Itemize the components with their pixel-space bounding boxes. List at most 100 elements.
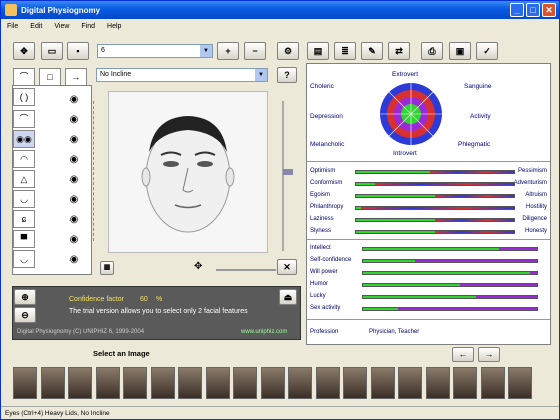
eye-shape-icon[interactable]: ◠ [13,150,35,168]
face-drawing [141,116,235,233]
minimize-icon[interactable]: _ [510,3,524,17]
portrait-thumbnail[interactable] [40,367,65,399]
lock-icon[interactable]: ▦ [100,261,114,275]
portrait-thumbnail[interactable] [343,367,367,399]
trait-bar [355,182,515,186]
move-icon[interactable]: ✥ [13,42,35,60]
menu-help[interactable]: Help [107,23,121,30]
site-link[interactable]: www.uniphiz.com [241,329,287,335]
face-canvas[interactable] [108,91,268,253]
menu-find[interactable]: Find [81,23,95,30]
trait-bar-rest [435,195,514,197]
mouth-icon[interactable]: ◡ [13,190,35,208]
portrait-thumbnail[interactable] [123,367,147,399]
zoom-out-icon[interactable]: ⊖ [14,307,36,323]
left-slider[interactable] [93,101,99,241]
print-icon[interactable]: ⎙ [421,42,443,60]
ability-label: Self-confidence [310,257,352,263]
next-image-button[interactable]: → [478,347,500,362]
portrait-thumbnail[interactable] [315,367,340,399]
close-icon[interactable]: ✕ [542,3,556,17]
zoom-in-icon[interactable]: ⊕ [14,289,36,305]
status-bar: Eyes (Ctrl+4) Heavy Lids, No Incline [1,406,559,420]
menu-file[interactable]: File [7,23,18,30]
move-arrows-icon[interactable]: ✥ [194,261,202,272]
eject-icon[interactable]: ⏏ [279,289,297,305]
eye-option-1[interactable]: ◉ [61,94,87,105]
ability-bar-rest [530,272,537,274]
activity-label: Activity [470,113,491,120]
brows-icon[interactable]: ⌒ [13,110,35,128]
portrait-thumbnail[interactable] [480,367,505,399]
chin-icon[interactable]: ◡ [13,250,35,268]
portrait-thumbnail[interactable] [13,367,37,399]
save-icon[interactable]: ▪ [67,42,89,60]
menu-view[interactable]: View [54,23,69,30]
compare-icon[interactable]: ⇄ [388,42,410,60]
edit-icon[interactable]: ✎ [361,42,383,60]
trait-bar [355,230,515,234]
vertical-slider-thumb[interactable] [283,169,293,175]
plus-button[interactable]: + [217,42,239,60]
portrait-thumbnail[interactable] [425,367,450,399]
trait-bar-rest [374,183,514,185]
settings-icon[interactable]: ⚙ [277,42,299,60]
face-shape-icon[interactable]: □ [39,68,61,86]
export-icon[interactable]: ▣ [449,42,471,60]
incline-select[interactable]: No Incline ▼ [96,68,268,82]
portrait-thumbnail[interactable] [150,367,175,399]
report-icon[interactable]: ▤ [307,42,329,60]
minus-button[interactable]: − [244,42,266,60]
brow-icon[interactable]: ⌒ [13,68,35,86]
reset-button[interactable]: ✕ [277,259,297,275]
portrait-thumbnail[interactable] [288,367,312,399]
trait-right-label: Adventurism [513,180,547,186]
main-window: Digital Physiognomy _ □ ✕ File Edit View… [0,0,560,420]
portrait-thumbnail[interactable] [453,367,477,399]
horizontal-slider[interactable] [216,265,276,271]
trait-left-label: Laziness [310,216,334,222]
eye-option-5[interactable]: ◉ [61,174,87,185]
eye-option-9[interactable]: ◉ [61,254,87,265]
eye-option-8[interactable]: ◉ [61,234,87,245]
ability-bar-fill [363,260,416,262]
ability-bar [362,295,538,299]
portrait-thumbnail[interactable] [95,367,120,399]
copyright-text: Digital Physiognomy (C) UNIPHIZ 6, 1999-… [17,329,145,335]
face-contour-icon[interactable]: ( ) [13,88,35,106]
prev-image-button[interactable]: ← [452,347,474,362]
trait-bar [355,194,515,198]
help-button[interactable]: ? [277,67,297,83]
eyes-icon[interactable]: ◉◉ [13,130,35,148]
eye-option-7[interactable]: ◉ [61,214,87,225]
notes-icon[interactable]: ≣ [334,42,356,60]
hair-icon[interactable]: ▀ [13,230,35,248]
portrait-thumbnail[interactable] [370,367,395,399]
check-icon[interactable]: ✓ [476,42,498,60]
ability-bar-fill [363,296,477,298]
portrait-thumbnail[interactable] [68,367,92,399]
portrait-thumbnail[interactable] [508,367,532,399]
ear-icon[interactable]: ɕ [13,210,35,228]
nose-icon[interactable]: △ [13,170,35,188]
menu-edit[interactable]: Edit [30,23,42,30]
maximize-icon[interactable]: □ [526,3,540,17]
profession-label: Profession [310,329,339,335]
arrow-right-icon[interactable]: → [65,68,87,86]
eye-option-3[interactable]: ◉ [61,134,87,145]
portrait-thumbnail[interactable] [178,367,202,399]
trait-bar-rest [360,207,514,209]
open-folder-icon[interactable]: ▭ [41,42,63,60]
eye-option-2[interactable]: ◉ [61,114,87,125]
portrait-thumbnail[interactable] [260,367,285,399]
portrait-thumbnail[interactable] [205,367,230,399]
ability-bar [362,283,538,287]
eye-option-6[interactable]: ◉ [61,194,87,205]
portrait-thumbnail[interactable] [233,367,257,399]
eye-option-4[interactable]: ◉ [61,154,87,165]
vertical-slider[interactable] [282,101,292,251]
trait-right-label: Pessimism [517,168,547,174]
number-select[interactable]: 6 ▼ [97,44,213,58]
ability-label: Humor [310,281,329,287]
portrait-thumbnail[interactable] [398,367,422,399]
